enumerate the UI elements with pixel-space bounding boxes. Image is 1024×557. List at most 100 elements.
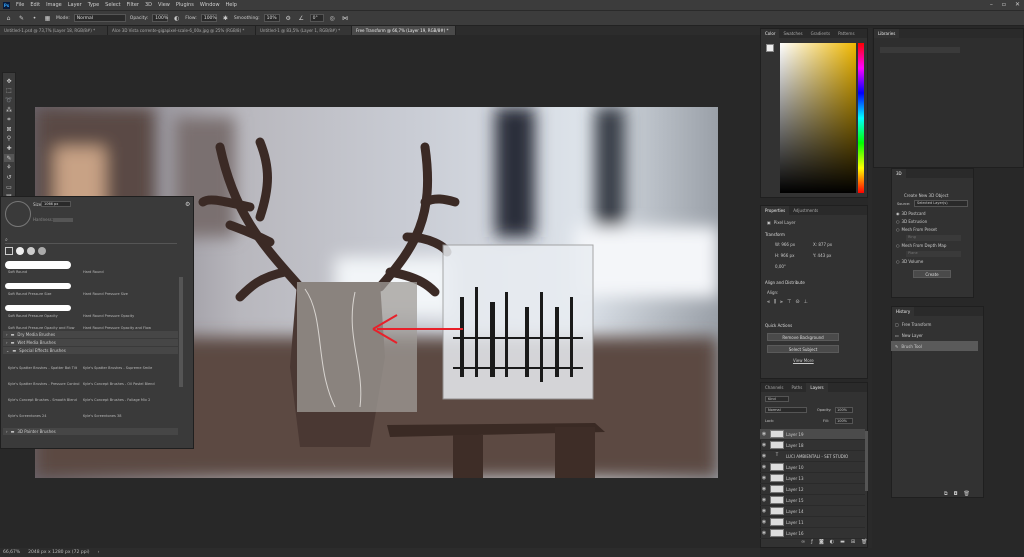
preset-select[interactable]: Ring: [906, 235, 961, 241]
tab-history[interactable]: History: [892, 307, 915, 316]
hardness-slider[interactable]: [53, 218, 73, 222]
opacity-field[interactable]: 100%: [152, 14, 169, 22]
eye-icon[interactable]: ◉: [760, 464, 768, 470]
align-middle-icon[interactable]: ⊝: [795, 299, 799, 305]
tab-properties[interactable]: Properties: [761, 206, 790, 215]
eye-icon[interactable]: ◉: [760, 486, 768, 492]
menu-image[interactable]: Image: [46, 2, 62, 8]
3d-option[interactable]: ◉ 3D Postcard: [896, 211, 974, 216]
symmetry-icon[interactable]: ⋈: [341, 14, 350, 23]
filter-kind-select[interactable]: Kind: [765, 396, 789, 402]
close-icon[interactable]: ✕: [1015, 1, 1020, 8]
brush-tool-icon[interactable]: ✎: [17, 14, 26, 23]
home-icon[interactable]: ⌂: [4, 14, 13, 23]
brush-row[interactable]: Kyle's Spatter Brushes - Spatter Bot Til…: [3, 357, 178, 373]
scrollbar[interactable]: [179, 277, 183, 387]
eye-icon[interactable]: ◉: [760, 475, 768, 481]
zoom-level[interactable]: 66,67%: [3, 550, 20, 555]
tab-swatches[interactable]: Swatches: [779, 29, 806, 38]
brush-tip[interactable]: [27, 247, 35, 255]
trash-icon[interactable]: 🗑: [861, 539, 867, 545]
library-search[interactable]: [880, 47, 960, 53]
layer-row[interactable]: ◉ T LUCI AMBIENTALI - SET STUDIO: [760, 451, 865, 462]
layer-row[interactable]: ◉ Layer 18: [760, 440, 865, 451]
layer-row[interactable]: ◉ Layer 16: [760, 528, 865, 539]
eraser-tool-icon[interactable]: ▭: [4, 183, 14, 192]
align-top-icon[interactable]: ⊤: [787, 299, 791, 305]
y-field[interactable]: Y: 443 px: [813, 253, 831, 258]
pressure-size-icon[interactable]: ◎: [328, 14, 337, 23]
panel-gear-icon[interactable]: ⚙: [185, 201, 190, 208]
new-layer-icon[interactable]: ⊞: [851, 539, 855, 545]
align-bottom-icon[interactable]: ⊥: [804, 299, 808, 305]
move-tool-icon[interactable]: ✥: [4, 77, 14, 86]
brush-row[interactable]: Kyle's Concept Brushes - Smooth Blend Kyl…: [3, 389, 178, 405]
history-item[interactable]: ▢ Free Transform: [891, 319, 978, 329]
brush-row[interactable]: Kyle's Spatter Brushes - Pressure Contro…: [3, 373, 178, 389]
minimize-icon[interactable]: –: [990, 1, 993, 8]
marquee-tool-icon[interactable]: ⬚: [4, 87, 14, 96]
3d-option[interactable]: ○ 3D Volume: [896, 259, 974, 264]
radio-off-icon[interactable]: ○: [896, 243, 900, 248]
brush-angle-preview[interactable]: [5, 201, 31, 227]
mask-icon[interactable]: ◙: [819, 539, 824, 545]
flow-field[interactable]: 100%: [200, 14, 217, 22]
brush-tip[interactable]: [5, 247, 13, 255]
healing-brush-icon[interactable]: ✚: [4, 144, 14, 153]
radio-on-icon[interactable]: ◉: [896, 211, 900, 216]
mode-select[interactable]: Normal: [73, 14, 126, 22]
tab-libraries[interactable]: Libraries: [874, 29, 900, 38]
menu-layer[interactable]: Layer: [68, 2, 82, 8]
tab-gradients[interactable]: Gradients: [807, 29, 835, 38]
new-document-icon[interactable]: ⧉: [944, 491, 948, 497]
brush-search[interactable]: ⌕: [5, 237, 177, 244]
menu-help[interactable]: Help: [226, 2, 237, 8]
group-icon[interactable]: ▬: [840, 539, 845, 545]
3d-option[interactable]: ○ Mesh From Preset: [896, 227, 974, 232]
3d-option[interactable]: ○ 3D Extrusion: [896, 219, 974, 224]
airbrush-icon[interactable]: ✱: [221, 14, 230, 23]
menu-filter[interactable]: Filter: [127, 2, 139, 8]
tab-channels[interactable]: Channels: [761, 383, 788, 392]
quick-actions-heading[interactable]: Quick Actions: [765, 323, 792, 328]
tab-document-active[interactable]: Free Transform @ 66,7% (Layer 19, RGB/8#…: [352, 26, 456, 35]
menu-edit[interactable]: Edit: [30, 2, 40, 8]
tab-patterns[interactable]: Patterns: [834, 29, 858, 38]
lasso-tool-icon[interactable]: ➰: [4, 96, 14, 105]
hue-slider[interactable]: [858, 43, 864, 193]
eyedropper-tool-icon[interactable]: ⚲: [4, 135, 14, 144]
angle-field[interactable]: 0,00°: [775, 264, 786, 269]
tab-paths[interactable]: Paths: [788, 383, 807, 392]
layer-row[interactable]: ◉ Layer 10: [760, 462, 865, 473]
eye-icon[interactable]: ◉: [760, 530, 768, 536]
smoothing-gear-icon[interactable]: ⚙: [284, 14, 293, 23]
pressure-opacity-icon[interactable]: ◐: [172, 14, 181, 23]
menu-view[interactable]: View: [158, 2, 170, 8]
eye-icon[interactable]: ◉: [760, 431, 768, 437]
angle-field[interactable]: 0°: [309, 14, 324, 22]
chevron-right-icon[interactable]: ›: [98, 550, 100, 555]
remove-background-button[interactable]: Remove Background: [767, 333, 839, 341]
3d-option[interactable]: ○ Mesh From Depth Map: [896, 243, 974, 248]
eye-icon[interactable]: ◉: [760, 442, 768, 448]
layer-row[interactable]: ◉ Layer 15: [760, 495, 865, 506]
adjustment-icon[interactable]: ◐: [830, 539, 834, 545]
layer-fill-field[interactable]: 100%: [835, 418, 853, 424]
layer-row[interactable]: ◉ Layer 12: [760, 484, 865, 495]
radio-off-icon[interactable]: ○: [896, 259, 900, 264]
align-left-icon[interactable]: ⫷: [767, 299, 770, 305]
source-select[interactable]: Selected Layer(s): [914, 200, 968, 207]
menu-file[interactable]: File: [16, 2, 24, 8]
trash-icon[interactable]: 🗑: [964, 491, 970, 497]
tab-document[interactable]: Untitled-1 @ 83,5% (Layer 1, RGB/8#) *: [256, 26, 352, 35]
quick-select-tool-icon[interactable]: ⁂: [4, 106, 14, 115]
brush-tool-icon[interactable]: ✎: [4, 153, 14, 163]
radio-off-icon[interactable]: ○: [896, 227, 900, 232]
radio-off-icon[interactable]: ○: [896, 219, 900, 224]
menu-3d[interactable]: 3D: [145, 2, 152, 8]
maximize-icon[interactable]: ▫: [1002, 1, 1006, 8]
clone-stamp-icon[interactable]: ⚘: [4, 163, 14, 172]
eye-icon[interactable]: ◉: [760, 519, 768, 525]
crop-tool-icon[interactable]: ⌗: [4, 115, 14, 124]
tab-color[interactable]: Color: [761, 29, 780, 38]
